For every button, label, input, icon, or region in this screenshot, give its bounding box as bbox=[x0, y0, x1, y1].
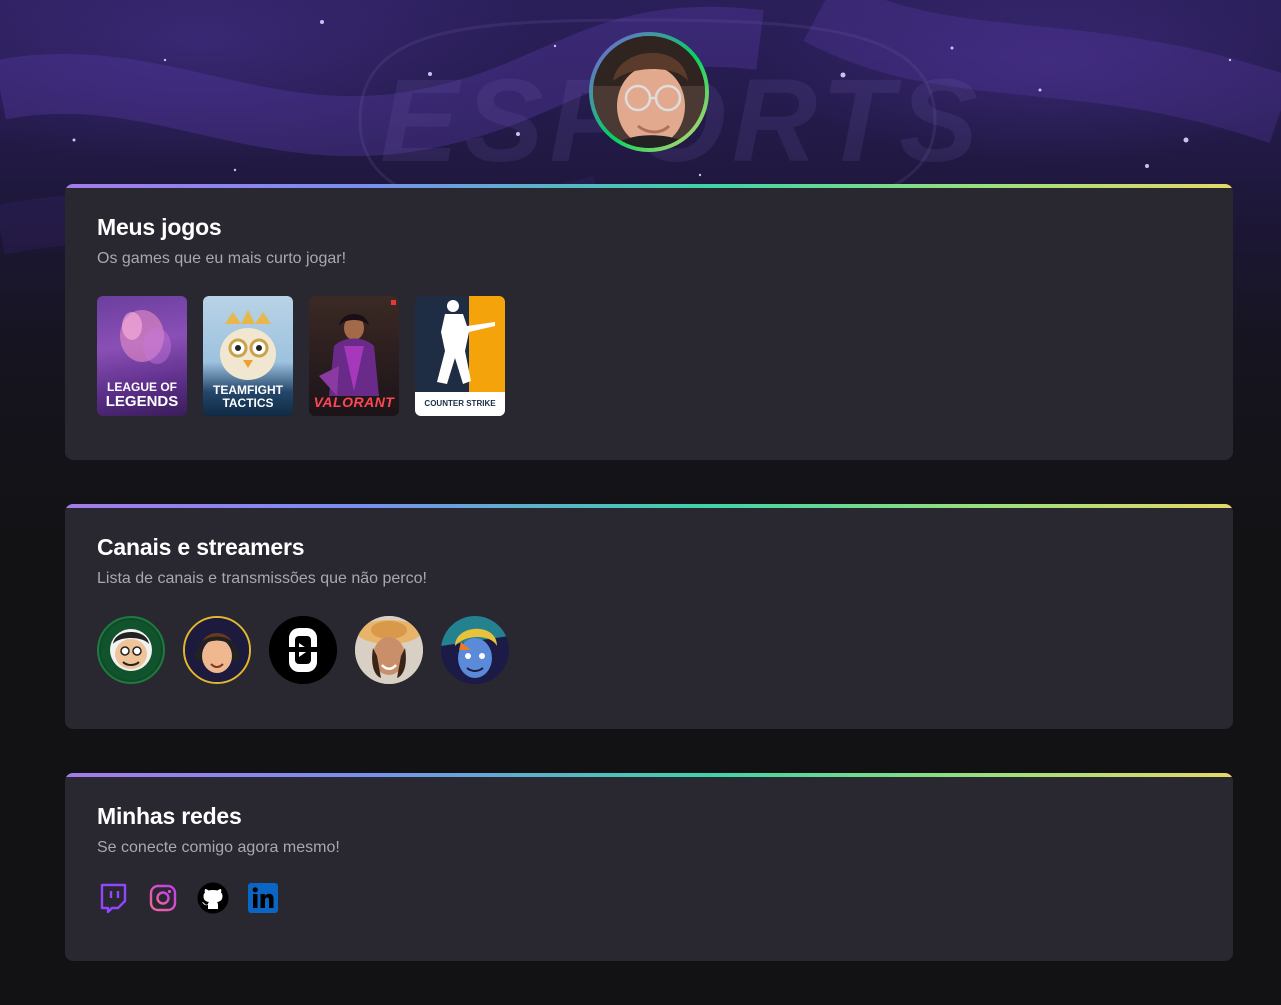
games-subtitle: Os games que eu mais curto jogar! bbox=[97, 250, 347, 267]
instagram-link[interactable] bbox=[147, 882, 179, 914]
game-teamfight-tactics[interactable]: TEAMFIGHT TACTICS bbox=[203, 296, 293, 416]
instagram-icon bbox=[149, 884, 177, 912]
github-link[interactable] bbox=[197, 882, 229, 914]
lol-logo-line1: LEAGUE OF bbox=[106, 380, 177, 394]
streamers-subtitle: Lista de canais e transmissões que não p… bbox=[97, 570, 427, 587]
counter-strike-cover-icon bbox=[437, 300, 495, 384]
social-card: Minhas redes Se conecte comigo agora mes… bbox=[65, 773, 1233, 961]
games-list: LEAGUE OF LEGENDS TEAMFIGHT TACTICS VALO… bbox=[97, 296, 1201, 416]
streamers-card: Canais e streamers Lista de canais e tra… bbox=[65, 504, 1233, 729]
twitch-link[interactable] bbox=[97, 882, 129, 914]
twitch-icon bbox=[100, 883, 127, 913]
streamers-list bbox=[97, 616, 1201, 684]
streamer-headset[interactable] bbox=[183, 616, 251, 684]
streamer-casimiro[interactable] bbox=[97, 616, 165, 684]
game-counter-strike[interactable]: COUNTER STRIKE bbox=[415, 296, 505, 416]
streamer-headset-avatar-icon bbox=[185, 618, 249, 682]
profile-photo-icon bbox=[593, 36, 705, 148]
valorant-logo: VALORANT bbox=[313, 394, 395, 410]
casimiro-avatar-icon bbox=[101, 620, 161, 680]
github-icon bbox=[197, 882, 229, 914]
cs-logo: COUNTER STRIKE bbox=[415, 399, 505, 408]
streamer-cartoon-avatar-icon bbox=[441, 616, 509, 684]
streamer-cartoon[interactable] bbox=[441, 616, 509, 684]
streamers-title: Canais e streamers bbox=[97, 534, 305, 560]
cs-logo-line2: STRIKE bbox=[466, 399, 496, 408]
profile-avatar-ring bbox=[589, 32, 709, 152]
tft-logo-line2: TACTICS bbox=[222, 396, 274, 410]
social-title: Minhas redes bbox=[97, 803, 242, 829]
streamer-hat-avatar-icon bbox=[355, 616, 423, 684]
games-card: Meus jogos Os games que eu mais curto jo… bbox=[65, 184, 1233, 460]
channel-logo-avatar-icon bbox=[269, 616, 337, 684]
social-subtitle: Se conecte comigo agora mesmo! bbox=[97, 839, 340, 856]
streamer-hat[interactable] bbox=[355, 616, 423, 684]
lol-logo-line2: LEGENDS bbox=[105, 393, 179, 410]
linkedin-link[interactable] bbox=[247, 882, 279, 914]
linkedin-icon bbox=[248, 883, 278, 913]
game-league-of-legends[interactable]: LEAGUE OF LEGENDS bbox=[97, 296, 187, 416]
streamer-channel-logo[interactable] bbox=[269, 616, 337, 684]
profile-avatar bbox=[593, 36, 705, 148]
games-title: Meus jogos bbox=[97, 214, 222, 240]
cs-logo-line1: COUNTER bbox=[424, 399, 464, 408]
game-valorant[interactable]: VALORANT bbox=[309, 296, 399, 416]
social-links bbox=[97, 882, 1201, 914]
